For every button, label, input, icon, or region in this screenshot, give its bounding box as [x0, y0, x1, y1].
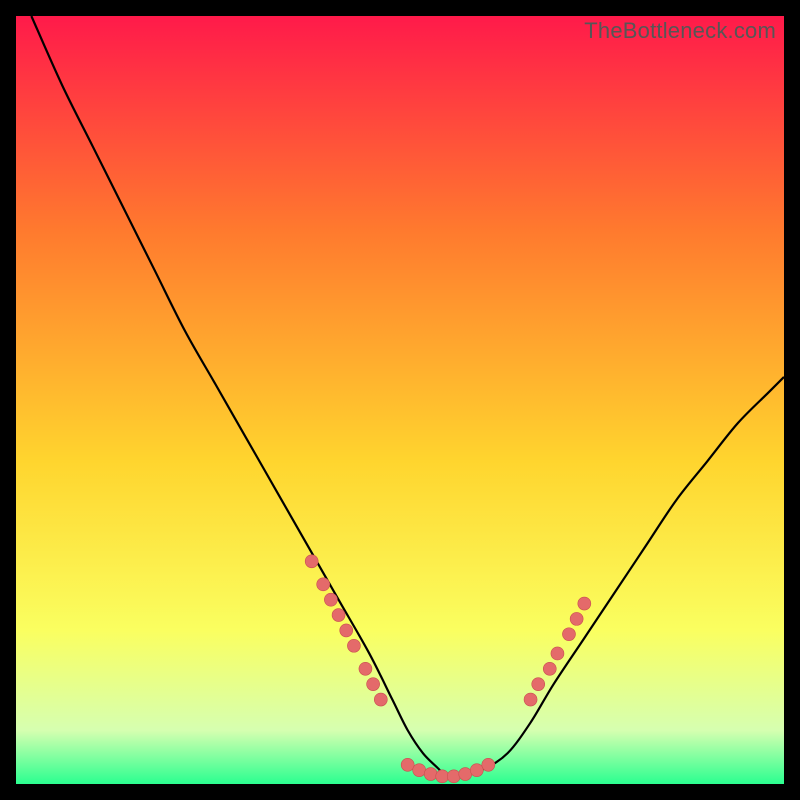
watermark-text: TheBottleneck.com — [584, 18, 776, 44]
data-marker — [570, 612, 583, 625]
data-marker — [447, 770, 460, 783]
data-marker — [374, 693, 387, 706]
data-marker — [436, 770, 449, 783]
data-marker — [482, 758, 495, 771]
data-marker — [305, 555, 318, 568]
data-marker — [340, 624, 353, 637]
data-marker — [524, 693, 537, 706]
data-marker — [324, 593, 337, 606]
chart-frame: TheBottleneck.com — [0, 0, 800, 800]
data-marker — [413, 764, 426, 777]
marker-group — [305, 555, 591, 783]
plot-area: TheBottleneck.com — [16, 16, 784, 784]
bottleneck-curve — [31, 16, 784, 777]
data-marker — [347, 639, 360, 652]
data-marker — [562, 628, 575, 641]
data-marker — [332, 609, 345, 622]
data-marker — [532, 678, 545, 691]
data-marker — [551, 647, 564, 660]
data-marker — [317, 578, 330, 591]
data-marker — [424, 768, 437, 781]
data-marker — [578, 597, 591, 610]
data-marker — [359, 662, 372, 675]
data-marker — [543, 662, 556, 675]
data-marker — [459, 768, 472, 781]
data-marker — [470, 764, 483, 777]
data-marker — [367, 678, 380, 691]
data-marker — [401, 758, 414, 771]
curve-layer — [16, 16, 784, 784]
